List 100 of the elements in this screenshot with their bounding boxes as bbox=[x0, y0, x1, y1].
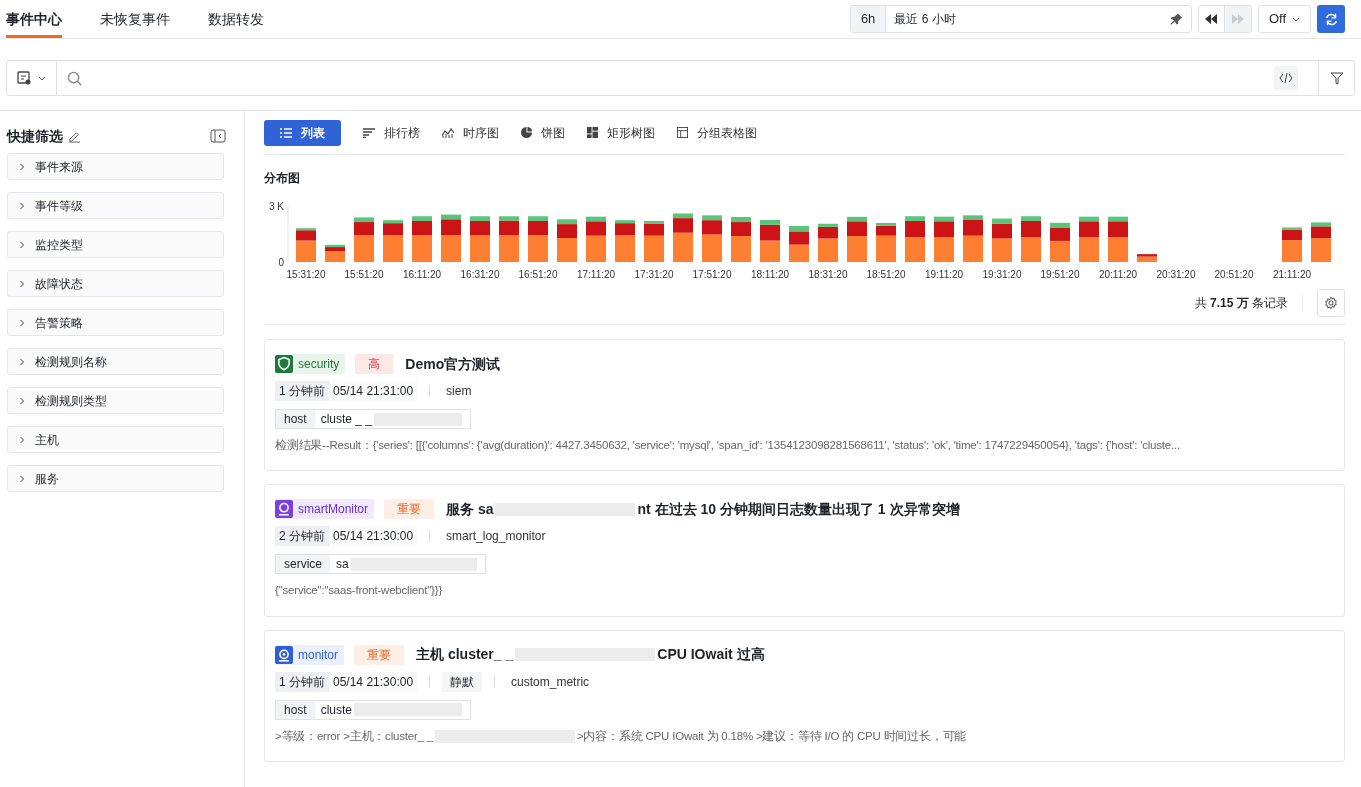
filter-group[interactable]: 事件等级 bbox=[7, 192, 224, 219]
relative-time: 1 分钟前 bbox=[275, 381, 329, 401]
pin-icon[interactable] bbox=[1169, 12, 1183, 26]
tag-value: cluste bbox=[320, 701, 353, 719]
event-detail: 检测结果--Result：{'series': [[{'columns': {'avg(duration)': 4427.3450632, 'service': 'mysql', 'span_id': '1354123098281568611', 'status': 'ok', 'time': 1747229450054}, 'tags': {'host': 'cluste... bbox=[275, 438, 1180, 453]
event-time: 05/14 21:31:00 bbox=[329, 381, 418, 401]
nav-tab[interactable]: 数据转发 bbox=[208, 0, 264, 38]
bar-segment bbox=[1021, 237, 1041, 262]
axis-tick-label: 15:31:20 bbox=[286, 269, 326, 280]
view-tab[interactable]: 矩形树图 bbox=[587, 119, 655, 146]
nav-tab[interactable]: 事件中心 bbox=[6, 0, 62, 38]
axis-tick-label: 17:31:20 bbox=[634, 269, 674, 280]
view-tab[interactable]: 分组表格图 bbox=[677, 119, 757, 146]
axis-tick-label: 20:51:20 bbox=[1214, 269, 1254, 280]
severity-badge: 重要 bbox=[384, 499, 434, 520]
forward-icon bbox=[1231, 14, 1244, 24]
pie-chart-icon bbox=[521, 127, 532, 138]
chevron-right-icon bbox=[18, 435, 26, 444]
axis-tick-label: 18:31:20 bbox=[808, 269, 848, 280]
chevron-right-icon bbox=[18, 240, 26, 249]
event-title: Demo官方测试 bbox=[405, 354, 501, 374]
tag-key: service bbox=[276, 555, 330, 574]
event-title: CPU IOwait 过高 bbox=[657, 645, 765, 664]
settings-button[interactable] bbox=[1317, 289, 1345, 317]
filter-group[interactable]: 服务 bbox=[7, 465, 224, 492]
filter-group[interactable]: 检测规则类型 bbox=[7, 387, 224, 414]
shield-icon bbox=[275, 355, 293, 373]
monitor-badge-icon bbox=[275, 645, 293, 664]
event-card[interactable]: smartMonitor 重要 服务 sa nt 在过去 10 分钟期间日志数量出现了 1 次异常突增 2 分钟前 05/14 21:30:00 smart_log_monitor service sa {"service":"saas-front-webclient"}}} bbox=[264, 484, 1345, 617]
axis-tick-label: 16:31:20 bbox=[460, 269, 500, 280]
event-source: siem bbox=[445, 383, 473, 400]
axis-tick-label: 16:51:20 bbox=[518, 269, 558, 280]
line-chart-icon bbox=[442, 127, 454, 138]
collapse-sidebar-icon[interactable] bbox=[210, 129, 226, 143]
chevron-right-icon bbox=[18, 474, 26, 483]
refresh-button[interactable] bbox=[1317, 5, 1345, 33]
axis-tick-label: 17:51:20 bbox=[692, 269, 732, 280]
settings-icon bbox=[1324, 296, 1338, 310]
view-tab[interactable]: 饼图 bbox=[521, 119, 565, 146]
axis-tick-label: 0 bbox=[278, 257, 284, 268]
tag-value: sa bbox=[336, 556, 349, 574]
event-detail: {"service":"saas-front-webclient"}}} bbox=[275, 583, 443, 599]
chevron-down-icon bbox=[1292, 16, 1300, 22]
monitor-badge-icon bbox=[275, 500, 293, 519]
chevron-right-icon bbox=[18, 318, 26, 327]
event-detail: >内容：系统 CPU IOwait 为 0.18% >建议：等待 I/O 的 CPU 时间过长，可能 bbox=[576, 728, 967, 744]
severity-badge: 重要 bbox=[354, 644, 404, 665]
source-badge: security bbox=[275, 354, 346, 374]
event-card[interactable] bbox=[264, 339, 1345, 472]
axis-tick-label: 18:51:20 bbox=[866, 269, 906, 280]
chevron-down-icon bbox=[38, 75, 46, 81]
table-icon bbox=[677, 127, 688, 138]
axis-tick-label: 19:31:20 bbox=[982, 269, 1022, 280]
sidebar-title: 快捷筛选 bbox=[7, 126, 63, 146]
status-tag: 静默 bbox=[442, 671, 483, 692]
filter-icon bbox=[1329, 71, 1344, 85]
list-icon bbox=[280, 127, 292, 138]
event-title: 服务 sa bbox=[446, 499, 494, 519]
axis-tick-label: 16:11:20 bbox=[402, 269, 442, 280]
event-card[interactable]: monitor 重要 主机 cluster_ _ CPU IOwait 过高 1 分钟前 05/14 21:30:00 静默 custom_metric host cluste >等级：error >主机：cluster_ _ >内容：系统 CPU IOwait 为 0.18% >建议：等待 I/O 的 CPU 时间过长，可能 bbox=[264, 629, 1345, 762]
tag-key: host bbox=[276, 410, 315, 428]
refresh-interval-dropdown[interactable]: Off bbox=[1257, 5, 1311, 33]
event-source: custom_metric bbox=[510, 673, 591, 691]
chevron-right-icon bbox=[18, 357, 26, 366]
chevron-right-icon bbox=[18, 396, 26, 405]
filter-group[interactable]: 告警策略 bbox=[7, 309, 224, 336]
view-tab[interactable]: 时序图 bbox=[442, 119, 499, 146]
time-range-picker[interactable]: 6h 最近 6 小时 bbox=[849, 5, 1192, 33]
axis-tick-label: 20:31:20 bbox=[1156, 269, 1196, 280]
relative-time: 2 分钟前 bbox=[275, 526, 329, 547]
event-time: 05/14 21:30:00 bbox=[329, 526, 418, 547]
relative-time: 1 分钟前 bbox=[275, 671, 329, 692]
chevron-right-icon bbox=[18, 162, 26, 171]
view-tab[interactable]: 列表 bbox=[264, 119, 341, 146]
event-detail: >等级：error >主机：cluster_ _ bbox=[275, 728, 433, 744]
severity-badge: 高 bbox=[355, 354, 394, 374]
chevron-right-icon bbox=[18, 201, 26, 210]
filter-group[interactable]: 故障状态 bbox=[7, 270, 224, 297]
refresh-icon bbox=[1324, 12, 1338, 26]
filter-group[interactable]: 检测规则名称 bbox=[7, 348, 224, 375]
event-source: smart_log_monitor bbox=[445, 528, 547, 546]
view-tab[interactable]: 排行榜 bbox=[363, 119, 420, 146]
filter-group[interactable]: 主机 bbox=[7, 426, 224, 453]
document-icon bbox=[17, 71, 31, 85]
event-time: 05/14 21:30:00 bbox=[329, 671, 418, 692]
nav-tab[interactable]: 未恢复事件 bbox=[100, 0, 170, 38]
record-count: 共 7.15 万 条记录 bbox=[1194, 295, 1288, 312]
rewind-icon bbox=[1205, 14, 1218, 24]
edit-icon[interactable] bbox=[68, 129, 81, 143]
chevron-right-icon bbox=[18, 279, 26, 288]
event-title: nt 在过去 10 分钟期间日志数量出现了 1 次异常突增 bbox=[637, 499, 960, 519]
filter-group[interactable]: 事件来源 bbox=[7, 153, 224, 180]
chart-title: 分布图 bbox=[264, 170, 301, 187]
time-range-label: 最近 6 小时 bbox=[893, 11, 957, 28]
treemap-icon bbox=[587, 127, 598, 138]
source-badge: monitor bbox=[275, 644, 344, 665]
axis-tick-label: 20:11:20 bbox=[1098, 269, 1138, 280]
filter-group[interactable]: 监控类型 bbox=[7, 231, 224, 258]
code-icon bbox=[1279, 72, 1293, 84]
code-mode-button[interactable] bbox=[1274, 66, 1298, 90]
